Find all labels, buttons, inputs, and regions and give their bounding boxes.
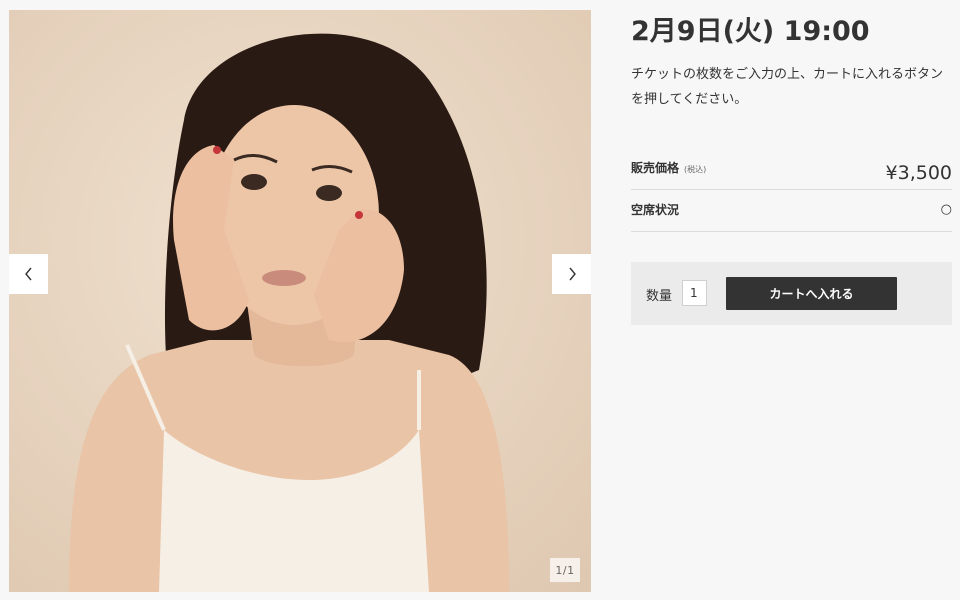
quantity-input[interactable] (682, 280, 707, 306)
event-date-title: 2月9日(火) 19:00 (631, 16, 870, 47)
image-carousel[interactable]: 1/1 (9, 10, 591, 592)
image-counter: 1/1 (550, 558, 580, 582)
quantity-label: 数量 (646, 289, 673, 304)
add-to-cart-button[interactable]: カートへ入れる (726, 277, 897, 310)
price-label: 販売価格 (631, 161, 680, 175)
purchase-instructions: チケットの枚数をご入力の上、カートに入れるボタンを押してください。 (631, 67, 944, 107)
seat-status-indicator: ○ (940, 202, 952, 217)
tax-note: (税込) (684, 165, 707, 174)
add-to-cart-form: 数量 カートへ入れる (631, 262, 952, 325)
price-label-group: 販売価格 (税込) (631, 159, 706, 176)
seat-availability-row: 空席状況 ○ (631, 189, 952, 232)
product-page: 1/1 2月9日(火) 19:00 チケットの枚数をご入力の上、カートに入れるボ… (0, 0, 960, 600)
chevron-left-icon (24, 267, 32, 281)
carousel-prev-button[interactable] (9, 254, 48, 294)
carousel-next-button[interactable] (552, 254, 591, 294)
chevron-right-icon (568, 267, 576, 281)
product-photo (9, 10, 591, 592)
price-row: 販売価格 (税込) ¥3,500 (631, 147, 952, 190)
price-value: ¥3,500 (885, 162, 952, 184)
seats-label: 空席状況 (631, 203, 680, 217)
